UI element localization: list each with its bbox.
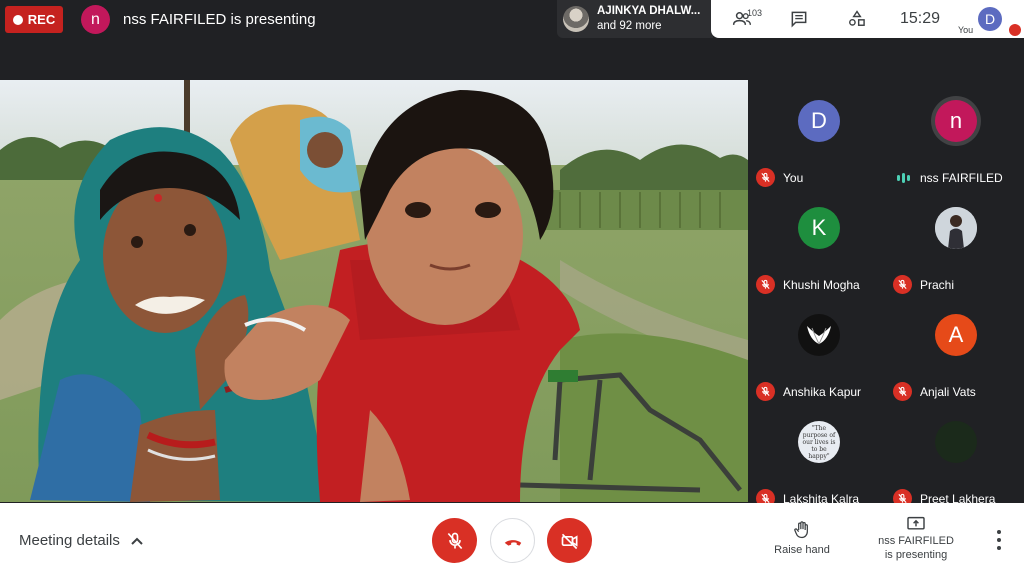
camera-off-icon xyxy=(561,533,577,549)
raise-hand-label: Raise hand xyxy=(774,544,830,556)
chat-icon[interactable] xyxy=(788,9,810,29)
meeting-clock: 15:29 xyxy=(900,10,941,27)
participant-tile[interactable]: Preet Lakhera xyxy=(887,411,1024,511)
participant-avatar xyxy=(798,314,840,356)
mic-muted-icon xyxy=(756,275,775,294)
recording-badge: REC xyxy=(5,6,63,33)
self-muted-icon xyxy=(1009,24,1021,36)
camera-toggle-button[interactable] xyxy=(547,518,592,563)
joiner-avatar xyxy=(563,6,589,32)
participant-avatar: K xyxy=(798,207,840,249)
join-name: AJINKYA DHALW... xyxy=(597,5,701,17)
people-count-badge: 103 xyxy=(747,8,763,18)
self-label: You xyxy=(958,25,974,35)
mic-muted-icon xyxy=(756,168,775,187)
more-dot-icon xyxy=(997,530,1001,534)
participant-tile[interactable]: Prachi xyxy=(887,197,1024,297)
profile-photo-icon xyxy=(935,207,977,249)
rec-label: REC xyxy=(27,12,56,27)
present-now-button[interactable]: nss FAIRFILED is presenting xyxy=(866,516,966,562)
meeting-details-label: Meeting details xyxy=(19,532,120,549)
avatar-quote-text: "The purpose of our lives is to be happy… xyxy=(802,424,836,460)
mic-muted-icon xyxy=(893,275,912,294)
participant-tile[interactable]: Anshika Kapur xyxy=(750,304,888,404)
present-label-line2: is presenting xyxy=(884,549,948,561)
bottom-control-bar: Meeting details Raise hand nss FAIRFILED… xyxy=(0,503,1024,576)
participant-tile[interactable]: n nss FAIRFILED xyxy=(887,90,1024,190)
participant-name: Prachi xyxy=(920,278,955,292)
participant-name: You xyxy=(783,171,804,185)
participant-name: Anjali Vats xyxy=(920,385,976,399)
participant-tile[interactable]: A Anjali Vats xyxy=(887,304,1024,404)
self-avatar[interactable]: D xyxy=(978,7,1002,31)
join-more: and 92 more xyxy=(597,20,662,32)
participant-avatar: n xyxy=(935,100,977,142)
wings-icon xyxy=(807,326,831,345)
video-frame xyxy=(0,80,748,502)
more-dot-icon xyxy=(997,538,1001,542)
chevron-up-icon xyxy=(131,537,143,545)
presenting-status: nss FAIRFILED is presenting xyxy=(123,11,316,28)
participant-tile[interactable]: "The purpose of our lives is to be happy… xyxy=(750,411,888,511)
activities-icon[interactable] xyxy=(846,9,868,29)
participant-avatar: D xyxy=(798,100,840,142)
phone-hangup-icon xyxy=(504,539,521,546)
raise-hand-button[interactable]: Raise hand xyxy=(770,520,834,556)
mic-muted-icon xyxy=(893,382,912,401)
join-text: AJINKYA DHALW... and 92 more xyxy=(597,4,700,34)
meet-window: REC n nss FAIRFILED is presenting AJINKY… xyxy=(0,0,1024,576)
mic-toggle-button[interactable] xyxy=(432,518,477,563)
participant-tile[interactable]: K Khushi Mogha xyxy=(750,197,888,297)
participant-name: nss FAIRFILED xyxy=(920,171,1003,185)
presenter-avatar: n xyxy=(81,5,110,34)
record-dot-icon xyxy=(12,14,23,25)
presentation-video[interactable] xyxy=(0,80,748,502)
present-screen-icon xyxy=(907,516,925,530)
leave-call-button[interactable] xyxy=(490,518,535,563)
participant-avatar: A xyxy=(935,314,977,356)
hand-icon xyxy=(794,521,808,539)
mic-off-icon xyxy=(447,532,462,549)
more-options-button[interactable] xyxy=(991,530,1007,550)
meeting-details-button[interactable]: Meeting details xyxy=(19,532,144,549)
participant-avatar: "The purpose of our lives is to be happy… xyxy=(798,421,840,463)
participant-avatar xyxy=(935,207,977,249)
join-notification[interactable]: AJINKYA DHALW... and 92 more xyxy=(557,0,713,38)
mic-muted-icon xyxy=(756,382,775,401)
participant-tile[interactable]: D You xyxy=(750,90,888,190)
more-dot-icon xyxy=(997,546,1001,550)
present-label-line1: nss FAIRFILED xyxy=(878,535,954,547)
participant-name: Anshika Kapur xyxy=(783,385,862,399)
participant-name: Khushi Mogha xyxy=(783,278,860,292)
speaking-indicator-icon xyxy=(897,173,910,183)
participant-avatar xyxy=(935,421,977,463)
